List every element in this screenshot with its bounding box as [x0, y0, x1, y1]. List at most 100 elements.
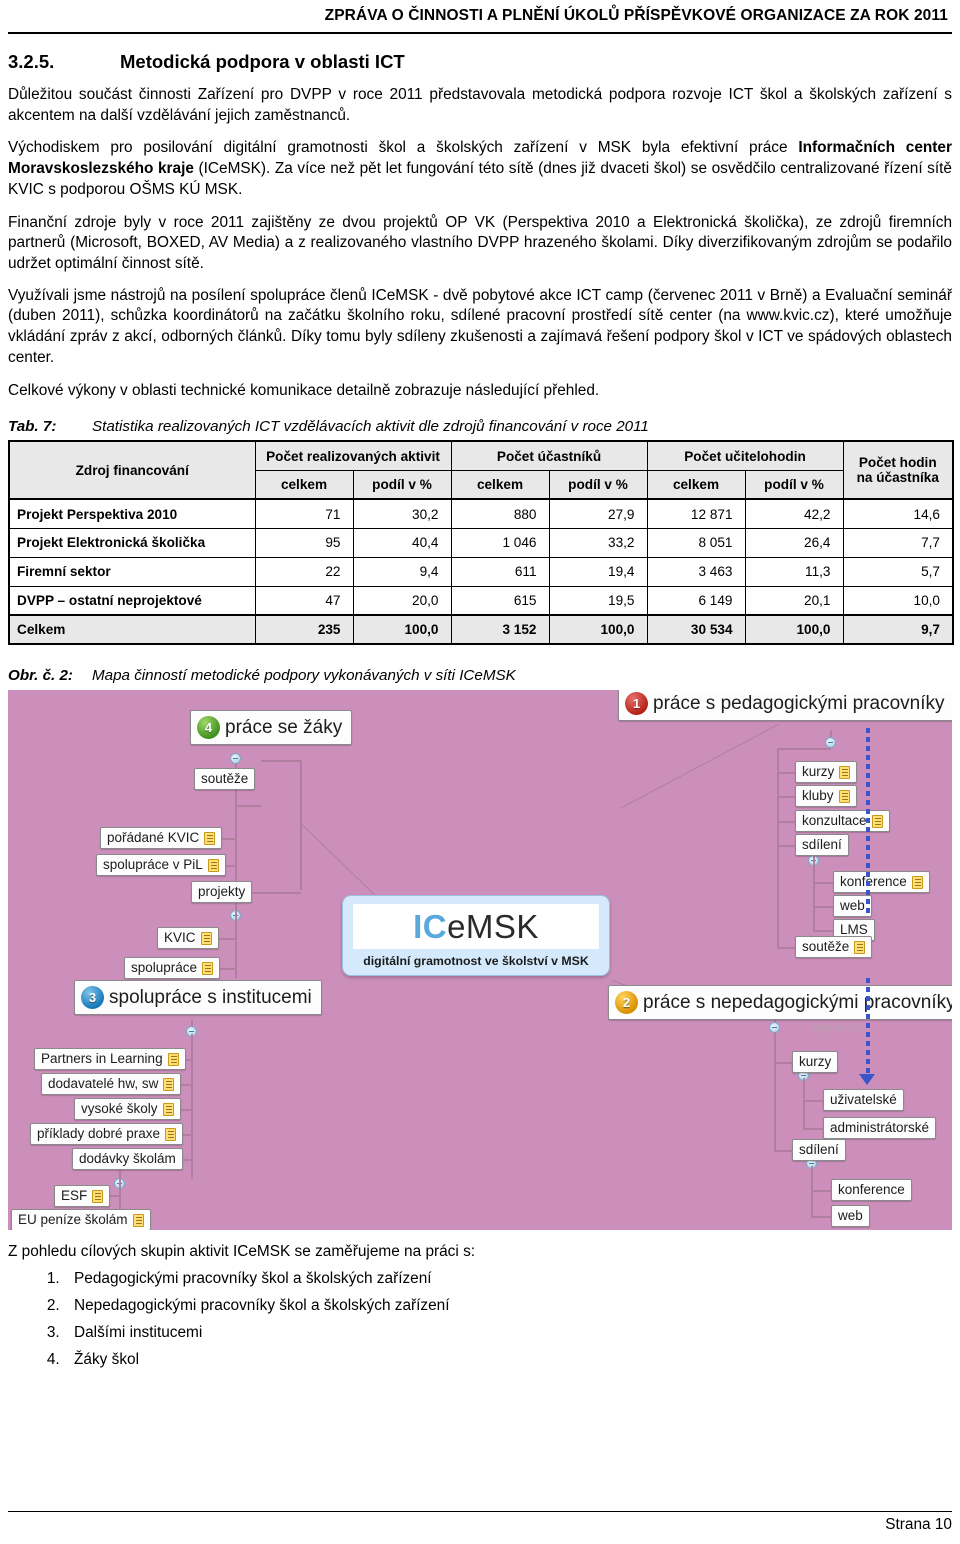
mindmap-node-kluby[interactable]: kluby	[795, 785, 857, 807]
cell-value: 19,5	[548, 585, 648, 616]
node-label: vysoké školy	[81, 1101, 158, 1117]
mindmap-node-dodavky-skolam[interactable]: dodávky školám	[72, 1148, 183, 1170]
mindmap-node-kvic[interactable]: KVIC	[157, 927, 219, 949]
list-item: Nepedagogickými pracovníky škol a školsk…	[64, 1297, 952, 1315]
page-footer: Strana 10	[8, 1511, 952, 1534]
connector	[777, 947, 797, 949]
mindmap-node-sdileni[interactable]: sdílení	[795, 834, 849, 856]
node-label: spolupráce	[131, 960, 198, 976]
node-label: pořádané KVIC	[107, 830, 200, 846]
cell-value: 611	[450, 556, 550, 587]
node-label: administrátorské	[830, 1120, 930, 1136]
cell-value: 14,6	[842, 498, 954, 529]
note-icon	[132, 1213, 144, 1227]
mindmap-node-soutez[interactable]: soutěže	[194, 768, 256, 790]
mindmap-node-konference[interactable]: konference	[833, 871, 930, 893]
node-label: uživatelské	[830, 1092, 897, 1108]
note-icon	[839, 765, 851, 779]
cell-value: 30,2	[352, 498, 452, 529]
table-row: Firemní sektor 22 9,4 611 19,4 3 463 11,…	[8, 556, 954, 587]
cell-value: 26,4	[744, 527, 844, 558]
mindmap-node-partners-in-learning[interactable]: Partners in Learning	[34, 1048, 186, 1070]
cell-value: 33,2	[548, 527, 648, 558]
mindmap-node-dodavatele[interactable]: dodavatelé hw, sw	[41, 1073, 182, 1095]
connector	[774, 1062, 794, 1064]
mindmap-node-esf[interactable]: ESF	[54, 1185, 111, 1207]
cell-value: 100,0	[744, 614, 844, 646]
sub-header-participants-total: celkem	[450, 469, 550, 500]
col-header-hours-per-participant: Počet hodin na účastníka	[842, 440, 954, 500]
node-label: konference	[838, 1182, 905, 1198]
mindmap-node-uzivatelske[interactable]: uživatelské	[823, 1089, 904, 1111]
mindmap-node-vysoke-skoly[interactable]: vysoké školy	[74, 1098, 181, 1120]
table-caption: Tab. 7: Statistika realizovaných ICT vzd…	[8, 418, 952, 435]
logo-subtitle: digitální gramotnost ve školství v MSK	[363, 954, 589, 969]
mindmap-node-branch4[interactable]: 4 práce se žáky	[190, 710, 353, 746]
cell-value: 19,4	[548, 556, 648, 587]
section-heading: 3.2.5. Metodická podpora v oblasti ICT	[8, 51, 952, 73]
connector	[777, 772, 797, 774]
connector	[777, 796, 797, 798]
note-icon	[202, 961, 214, 975]
node-label: web	[840, 898, 865, 914]
connector	[777, 845, 797, 847]
mindmap-node-kurzy[interactable]: kurzy	[795, 761, 858, 783]
collapse-knob-icon[interactable]	[230, 753, 241, 765]
arrow-head-icon	[859, 1074, 875, 1086]
mindmap-center-node[interactable]: ICeMSK digitální gramotnost ve školství …	[342, 895, 610, 977]
cell-value: 47	[254, 585, 354, 616]
figure-caption-text: Mapa činností metodické podpory vykonáva…	[92, 667, 516, 685]
page-number: Strana 10	[885, 1516, 952, 1533]
sub-header-teacherhours-total: celkem	[646, 469, 746, 500]
connector	[813, 906, 835, 908]
node-label: příklady dobré praxe	[37, 1126, 161, 1142]
mindmap-node-konference-b2[interactable]: konference	[831, 1179, 912, 1201]
cell-value: 3 463	[646, 556, 746, 587]
mindmap-node-spoluprace-pil[interactable]: spolupráce v PiL	[96, 854, 226, 876]
col-header-source: Zdroj financování	[8, 440, 256, 500]
footer-divider	[8, 1511, 952, 1512]
node-label: kurzy	[799, 1054, 832, 1070]
col-header-teacherhours: Počet učitelohodin	[646, 440, 844, 471]
node-label: KVIC	[164, 930, 196, 946]
mindmap-node-kurzy-b2[interactable]: kurzy	[792, 1051, 839, 1073]
cell-value: 20,1	[744, 585, 844, 616]
node-label: práce s pedagogickými pracovníky	[653, 693, 945, 715]
table-row: Projekt Perspektiva 2010 71 30,2 880 27,…	[8, 498, 954, 529]
mindmap-node-sdileni-b2[interactable]: sdílení	[792, 1139, 846, 1161]
mindmap-node-administratorske[interactable]: administrátorské	[823, 1117, 937, 1139]
badge-2-icon: 2	[615, 991, 638, 1015]
node-label: Partners in Learning	[41, 1051, 163, 1067]
node-label: ESF	[61, 1188, 88, 1204]
cell-value: 880	[450, 498, 550, 529]
logo-prefix: IC	[413, 908, 448, 946]
figure-caption: Obr. č. 2: Mapa činností metodické podpo…	[8, 667, 952, 684]
cell-value: 11,3	[744, 556, 844, 587]
mindmap-node-spoluprace[interactable]: spolupráce	[124, 957, 221, 979]
mindmap-node-poradane-kvic[interactable]: pořádané KVIC	[100, 827, 223, 849]
target-groups-list: Pedagogickými pracovníky škol a školskýc…	[8, 1270, 952, 1369]
collapse-knob-icon[interactable]	[825, 737, 836, 749]
page-title: Metodická podpora v oblasti ICT	[120, 51, 405, 72]
cell-value: 6 149	[646, 585, 746, 616]
cell-value: 615	[450, 585, 550, 616]
mindmap-node-web-b2[interactable]: web	[831, 1205, 870, 1227]
sub-header-teacherhours-share: podíl v %	[744, 469, 844, 500]
mindmap-node-branch1[interactable]: 1 práce s pedagogickými pracovníky	[618, 690, 952, 722]
connector	[803, 1100, 825, 1102]
connector	[777, 748, 831, 750]
node-label: kurzy	[802, 764, 835, 780]
cell-value: 12 871	[646, 498, 746, 529]
node-label: konference	[840, 874, 907, 890]
connector	[813, 852, 815, 933]
mindmap-node-konzultace[interactable]: konzultace	[795, 810, 890, 832]
node-label: dodávky školám	[79, 1151, 176, 1167]
cell-value: 100,0	[352, 614, 452, 646]
mindmap-node-priklady-dobre-praxe[interactable]: příklady dobré praxe	[30, 1123, 184, 1145]
mindmap-node-eu-penize-skolam[interactable]: EU peníze školám	[11, 1209, 151, 1231]
table-caption-label: Tab. 7:	[8, 418, 57, 436]
mindmap-node-projekty[interactable]: projekty	[191, 881, 253, 903]
mindmap-node-branch3[interactable]: 3 spolupráce s institucemi	[74, 980, 322, 1016]
mindmap-node-branch2[interactable]: 2 práce s nepedagogickými pracovníky	[608, 985, 952, 1021]
mindmap-node-soutez-b1[interactable]: soutěže	[795, 936, 873, 958]
